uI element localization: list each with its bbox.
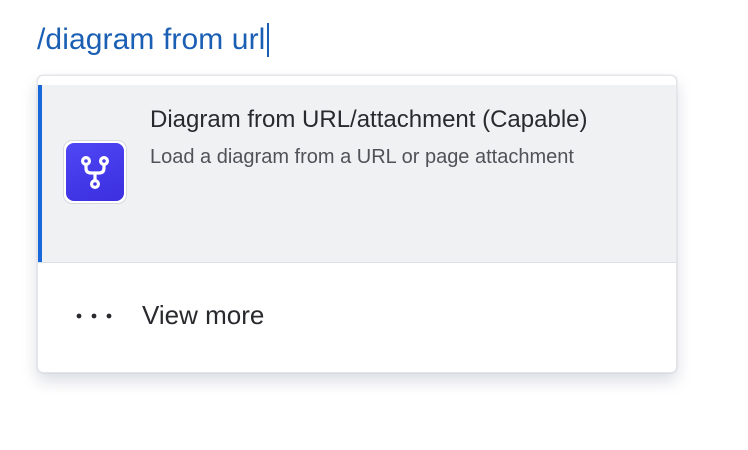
menu-item-description: Load a diagram from a URL or page attach… (150, 146, 574, 168)
view-more-label: View more (142, 300, 265, 330)
menu-item-text: Diagram from URL/attachment (Capable) Lo… (150, 101, 650, 173)
view-more-button[interactable]: View more (38, 263, 676, 367)
slash-command-menu: Diagram from URL/attachment (Capable) Lo… (37, 75, 677, 373)
more-horizontal-icon (76, 313, 112, 319)
slash-command-text: /diagram from url (37, 23, 266, 56)
app-icon (63, 140, 127, 204)
branch-icon (80, 155, 110, 190)
editor-command-line[interactable]: /diagram from url (37, 18, 270, 62)
menu-item-title: Diagram from URL/attachment (Capable) (150, 106, 588, 133)
text-cursor (267, 23, 270, 57)
menu-item-diagram-from-url[interactable]: Diagram from URL/attachment (Capable) Lo… (38, 85, 676, 262)
